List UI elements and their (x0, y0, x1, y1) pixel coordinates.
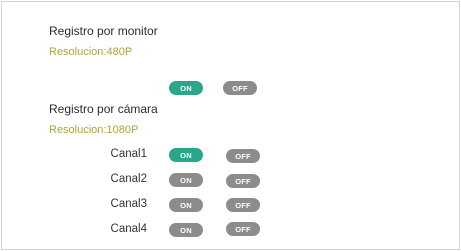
recording-settings-panel: Registro por monitor Resolucion:480P ON … (1, 1, 460, 250)
channel-3-on-button[interactable]: ON (169, 198, 203, 212)
channel-2-on-button[interactable]: ON (169, 173, 203, 187)
channel-3-off-button[interactable]: OFF (226, 198, 260, 212)
channel-1-label: Canal1 (110, 148, 147, 160)
channel-4-label: Canal4 (110, 223, 147, 235)
channel-1-off-button[interactable]: OFF (226, 149, 260, 163)
channel-4-off-button[interactable]: OFF (226, 222, 260, 236)
channel-2-off-button[interactable]: OFF (226, 174, 260, 188)
channel-1-on-button[interactable]: ON (169, 148, 203, 162)
channel-3-label: Canal3 (110, 198, 147, 210)
camera-section-title: Registro por cámara (49, 102, 158, 116)
monitor-on-button[interactable]: ON (169, 81, 203, 95)
channel-4-on-button[interactable]: ON (169, 223, 203, 237)
channel-2-label: Canal2 (110, 173, 147, 185)
camera-resolution: Resolucion:1080P (49, 124, 139, 136)
monitor-resolution: Resolucion:480P (49, 46, 133, 58)
monitor-off-button[interactable]: OFF (223, 81, 257, 95)
monitor-section-title: Registro por monitor (49, 24, 158, 38)
